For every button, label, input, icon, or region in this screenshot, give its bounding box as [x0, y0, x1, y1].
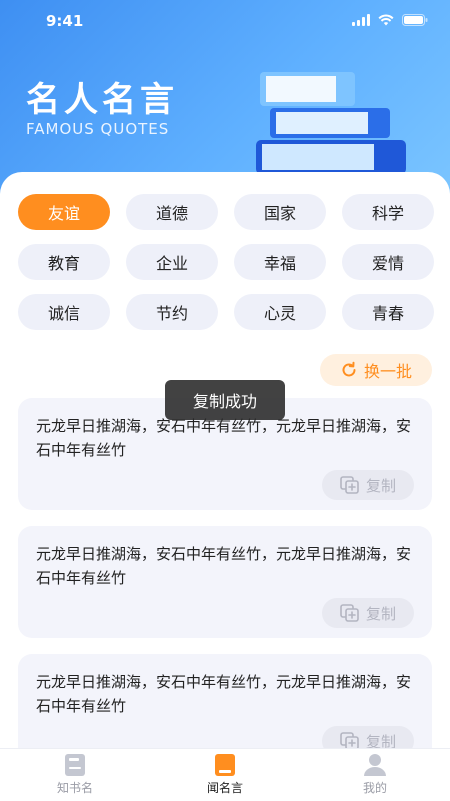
status-bar: 9:41 — [0, 0, 450, 44]
refresh-button[interactable]: 换一批 — [320, 354, 432, 386]
battery-icon — [402, 14, 428, 26]
copy-button[interactable]: 复制 — [322, 726, 414, 748]
status-icons — [352, 14, 428, 26]
page-title: 名人名言 — [26, 80, 178, 120]
wifi-icon — [378, 14, 394, 26]
tag-item[interactable]: 爱情 — [342, 244, 434, 280]
quote-text: 元龙早日推湖海，安石中年有丝竹，元龙早日推湖海，安石中年有丝竹 — [36, 673, 412, 715]
book-icon — [65, 754, 85, 776]
tag-item[interactable]: 青春 — [342, 294, 434, 330]
toast-message: 复制成功 — [165, 380, 285, 420]
tag-grid: 友谊 道德 国家 科学 教育 企业 幸福 爱情 诚信 节约 心灵 青春 — [18, 194, 434, 330]
tag-item[interactable]: 心灵 — [234, 294, 326, 330]
nav-item-books[interactable]: 知书名 — [0, 749, 150, 801]
quote-card: 元龙早日推湖海，安石中年有丝竹，元龙早日推湖海，安石中年有丝竹 复制 — [18, 654, 432, 748]
main-panel: 友谊 道德 国家 科学 教育 企业 幸福 爱情 诚信 节约 心灵 青春 换一批 … — [0, 172, 450, 748]
quote-text: 元龙早日推湖海，安石中年有丝竹，元龙早日推湖海，安石中年有丝竹 — [36, 545, 412, 587]
tag-item[interactable]: 道德 — [126, 194, 218, 230]
tag-item[interactable]: 幸福 — [234, 244, 326, 280]
copy-label: 复制 — [365, 604, 396, 623]
tag-item[interactable]: 教育 — [18, 244, 110, 280]
tag-item[interactable]: 国家 — [234, 194, 326, 230]
copy-button[interactable]: 复制 — [322, 598, 414, 628]
quote-text: 元龙早日推湖海，安石中年有丝竹，元龙早日推湖海，安石中年有丝竹 — [36, 417, 412, 459]
nav-item-mine[interactable]: 我的 — [300, 749, 450, 801]
nav-label: 闻名言 — [206, 781, 243, 795]
tag-item[interactable]: 企业 — [126, 244, 218, 280]
tag-item[interactable]: 诚信 — [18, 294, 110, 330]
tag-item[interactable]: 科学 — [342, 194, 434, 230]
status-time: 9:41 — [46, 12, 84, 30]
copy-icon — [340, 604, 359, 622]
nav-item-quotes[interactable]: 闻名言 — [150, 749, 300, 801]
copy-icon — [340, 732, 359, 748]
page-subtitle: FAMOUS QUOTES — [26, 120, 170, 138]
quote-book-icon — [215, 754, 235, 776]
nav-label: 我的 — [362, 781, 387, 795]
copy-button[interactable]: 复制 — [322, 470, 414, 500]
bottom-nav: 知书名 闻名言 我的 — [0, 748, 450, 801]
quote-card: 元龙早日推湖海，安石中年有丝竹，元龙早日推湖海，安石中年有丝竹 复制 — [18, 526, 432, 638]
nav-label: 知书名 — [56, 781, 93, 795]
tag-item[interactable]: 节约 — [126, 294, 218, 330]
copy-label: 复制 — [365, 732, 396, 749]
copy-label: 复制 — [365, 476, 396, 495]
user-icon — [364, 754, 386, 776]
tag-item[interactable]: 友谊 — [18, 194, 110, 230]
copy-icon — [340, 476, 359, 494]
refresh-icon — [342, 361, 356, 377]
refresh-label: 换一批 — [363, 362, 412, 381]
signal-icon — [352, 14, 370, 26]
